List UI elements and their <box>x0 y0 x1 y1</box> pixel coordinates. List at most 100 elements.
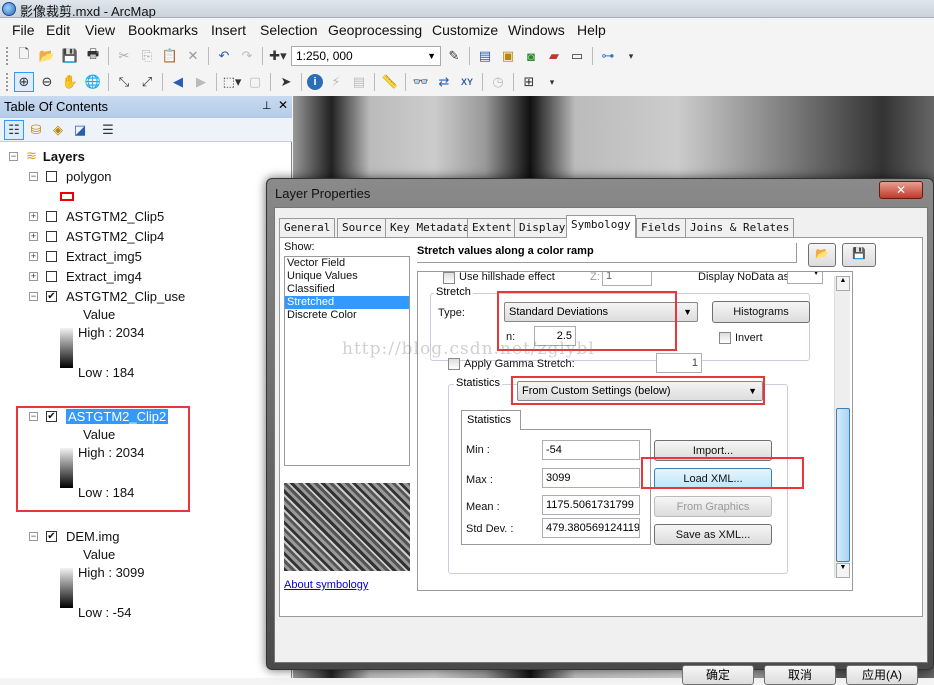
invert-checkbox[interactable] <box>719 332 731 344</box>
layer-visibility-checkbox[interactable]: ✔ <box>46 290 57 302</box>
pan-hand-icon[interactable]: ✋ <box>60 72 80 92</box>
fixed-zoom-in-icon[interactable]: ⤡ <box>114 72 134 92</box>
search-window-icon[interactable]: ◙ <box>521 46 541 66</box>
copy-icon[interactable]: ⎘ <box>137 46 157 66</box>
toc-layer[interactable]: − polygon <box>29 167 112 185</box>
forward-arrow-icon[interactable]: ▶ <box>191 72 211 92</box>
expand-icon[interactable]: + <box>29 231 38 241</box>
undo-icon[interactable]: ↶ <box>214 46 234 66</box>
expand-icon[interactable]: + <box>29 211 38 221</box>
gamma-input[interactable]: 1 <box>656 353 702 373</box>
menu-bookmarks[interactable]: Bookmarks <box>128 22 198 38</box>
tab-key-metadata[interactable]: Key Metadata <box>385 218 475 237</box>
find-route-icon[interactable]: ⇄ <box>434 72 454 92</box>
hyperlink-lightning-icon[interactable]: ⚡ <box>326 72 346 92</box>
zoom-out-icon[interactable]: ⊖ <box>37 72 57 92</box>
toolbar-options-icon[interactable]: ▾ <box>542 72 562 92</box>
print-icon[interactable]: 🖶 <box>83 46 103 66</box>
editor-toolbar-icon[interactable]: ✎ <box>444 46 464 66</box>
menu-insert[interactable]: Insert <box>211 22 246 38</box>
collapse-icon[interactable]: − <box>29 291 38 301</box>
toc-layer[interactable]: − ✔ ASTGTM2_Clip_use <box>29 287 185 305</box>
toc-layer[interactable]: + Extract_img4 <box>29 267 142 285</box>
histograms-button[interactable]: Histograms <box>712 301 810 323</box>
menu-edit[interactable]: Edit <box>46 22 70 38</box>
nodata-color-picker[interactable]: ▼ <box>787 272 823 284</box>
dialog-close-button[interactable]: ✕ <box>879 181 923 199</box>
renderer-item-stretched[interactable]: Stretched <box>285 296 409 309</box>
mean-input[interactable]: 1175.5061731799 <box>542 495 640 515</box>
tab-extent[interactable]: Extent <box>467 218 517 237</box>
fixed-zoom-out-icon[interactable]: ⤢ <box>137 72 157 92</box>
toc-layer[interactable]: + Extract_img5 <box>29 247 142 265</box>
arctoolbox-icon[interactable]: ▰ <box>544 46 564 66</box>
tab-display[interactable]: Display <box>514 218 571 237</box>
list-by-drawing-order-icon[interactable]: ☷ <box>4 120 24 140</box>
menu-geoprocessing[interactable]: Geoprocessing <box>328 22 422 38</box>
vertical-scrollbar[interactable]: ▲ ▼ <box>834 276 850 578</box>
measure-ruler-icon[interactable]: 📏 <box>380 72 400 92</box>
create-viewer-window-icon[interactable]: ⊞ <box>519 72 539 92</box>
scroll-down-icon[interactable]: ▼ <box>836 563 850 578</box>
toc-layer[interactable]: + ASTGTM2_Clip4 <box>29 227 164 245</box>
list-by-selection-icon[interactable]: ◪ <box>70 120 90 140</box>
modelbuilder-icon[interactable]: ⊶ <box>598 46 618 66</box>
delete-icon[interactable]: ✕ <box>183 46 203 66</box>
catalog-window-icon[interactable]: ▣ <box>498 46 518 66</box>
grayscale-ramp-swatch[interactable] <box>60 568 73 608</box>
list-by-source-icon[interactable]: ⛁ <box>26 120 46 140</box>
new-document-icon[interactable]: 🗋 <box>14 46 34 66</box>
close-icon[interactable]: ✕ <box>278 98 288 112</box>
collapse-icon[interactable]: − <box>9 151 18 161</box>
layer-visibility-checkbox[interactable] <box>46 230 57 242</box>
max-input[interactable]: 3099 <box>542 468 640 488</box>
tab-joins-relates[interactable]: Joins & Relates <box>685 218 795 237</box>
find-binoculars-icon[interactable]: 👓 <box>411 72 431 92</box>
toc-root-layers[interactable]: − ≋ Layers <box>9 147 85 165</box>
save-layer-file-button[interactable]: 💾 <box>842 243 876 267</box>
collapse-icon[interactable]: − <box>29 411 38 421</box>
cut-icon[interactable]: ✂ <box>114 46 134 66</box>
toc-layer-selected[interactable]: − ✔ ASTGTM2_Clip2 <box>29 407 169 425</box>
cancel-button[interactable]: 取消 <box>764 665 836 685</box>
collapse-icon[interactable]: − <box>29 171 38 181</box>
renderer-item-vector-field[interactable]: Vector Field <box>285 257 409 270</box>
about-symbology-link[interactable]: About symbology <box>284 579 368 591</box>
redo-icon[interactable]: ↷ <box>237 46 257 66</box>
expand-icon[interactable]: + <box>29 271 38 281</box>
min-input[interactable]: -54 <box>542 440 640 460</box>
back-arrow-icon[interactable]: ◀ <box>168 72 188 92</box>
renderer-item-discrete-color[interactable]: Discrete Color <box>285 309 409 322</box>
hillshade-z-input[interactable]: 1 <box>602 272 652 286</box>
menu-view[interactable]: View <box>85 22 115 38</box>
grayscale-ramp-swatch[interactable] <box>60 328 73 368</box>
layer-visibility-checkbox[interactable] <box>46 250 57 262</box>
grayscale-ramp-swatch[interactable] <box>60 448 73 488</box>
menu-help[interactable]: Help <box>577 22 606 38</box>
std-dev-input[interactable]: 479.380569124119 <box>542 518 640 538</box>
menu-file[interactable]: File <box>12 22 35 38</box>
zoom-in-icon[interactable]: ⊕ <box>14 72 34 92</box>
clear-selection-icon[interactable]: ▢ <box>245 72 265 92</box>
layer-visibility-checkbox[interactable] <box>46 170 57 182</box>
full-extent-globe-icon[interactable]: 🌐 <box>83 72 103 92</box>
html-popup-icon[interactable]: ▤ <box>349 72 369 92</box>
gamma-checkbox[interactable] <box>448 358 460 370</box>
layer-visibility-checkbox[interactable] <box>46 270 57 282</box>
add-data-icon[interactable]: ✚▾ <box>268 46 288 66</box>
save-as-xml-button[interactable]: Save as XML... <box>654 524 772 545</box>
menu-windows[interactable]: Windows <box>508 22 565 38</box>
open-folder-icon[interactable]: 📂 <box>37 46 57 66</box>
select-features-icon[interactable]: ⬚▾ <box>222 72 242 92</box>
from-graphics-button[interactable]: From Graphics <box>654 496 772 517</box>
select-elements-arrow-icon[interactable]: ➤ <box>276 72 296 92</box>
toolbar-grip[interactable] <box>6 47 9 65</box>
identify-info-icon[interactable]: i <box>307 74 323 90</box>
hillshade-checkbox[interactable] <box>443 272 455 284</box>
map-scale-dropdown[interactable]: 1:250, 000 ▼ <box>291 46 441 66</box>
collapse-icon[interactable]: − <box>29 531 38 541</box>
expand-icon[interactable]: + <box>29 251 38 261</box>
layer-visibility-checkbox[interactable]: ✔ <box>46 530 57 542</box>
pin-icon[interactable]: ⊥ <box>262 99 272 112</box>
statistics-subtab[interactable]: Statistics <box>461 410 521 430</box>
